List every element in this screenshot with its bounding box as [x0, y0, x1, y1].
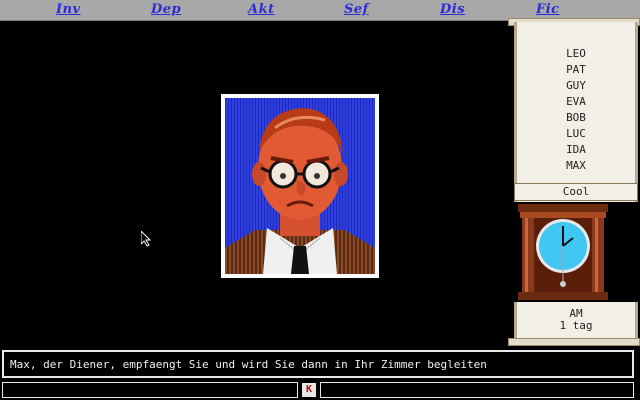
status-field-right	[320, 382, 634, 398]
dialog-box: Max, der Diener, empfaengt Sie und wird …	[2, 350, 634, 378]
menu-dep[interactable]: Dep	[151, 2, 181, 18]
butler-portrait-image	[225, 98, 375, 274]
wall-clock-icon	[518, 204, 608, 300]
scroll-bottom-roll	[508, 338, 640, 346]
suspect-item[interactable]: MAX	[517, 158, 635, 174]
menu-fic[interactable]: Fic	[536, 2, 560, 18]
mouse-pointer-icon	[141, 231, 152, 247]
suspect-item[interactable]: EVA	[517, 94, 635, 110]
mood-indicator: Cool	[514, 183, 638, 201]
menu-sef[interactable]: Sef	[344, 2, 369, 18]
menu-dis[interactable]: Dis	[440, 2, 465, 18]
time-panel: AM 1 tag	[514, 302, 638, 340]
suspect-item[interactable]: IDA	[517, 142, 635, 158]
status-field-left	[2, 382, 298, 398]
suspect-item[interactable]: LUC	[517, 126, 635, 142]
suspect-item[interactable]: LEO	[517, 46, 635, 62]
status-key-indicator[interactable]: K	[302, 383, 316, 397]
menu-inv[interactable]: Inv	[56, 2, 81, 18]
suspect-item[interactable]: BOB	[517, 110, 635, 126]
suspect-item[interactable]: GUY	[517, 78, 635, 94]
menu-akt[interactable]: Akt	[248, 2, 275, 18]
day-counter: 1 tag	[559, 319, 593, 332]
suspect-item[interactable]: PAT	[517, 62, 635, 78]
character-portrait	[221, 94, 379, 278]
suspect-list: LEO PAT GUY EVA BOB LUC IDA MAX	[517, 46, 635, 174]
dialog-text: Max, der Diener, empfaengt Sie und wird …	[10, 358, 487, 371]
suspect-list-panel: LEO PAT GUY EVA BOB LUC IDA MAX	[514, 22, 638, 202]
